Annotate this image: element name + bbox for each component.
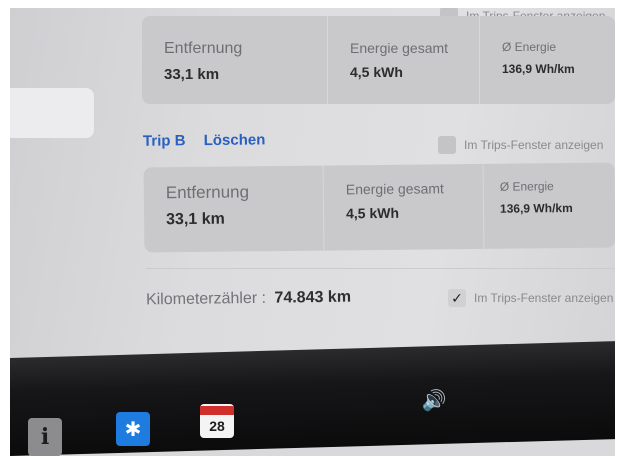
stat-value: 136,9 Wh/km <box>499 200 573 216</box>
volume-icon[interactable]: 🔊 <box>418 388 450 412</box>
odometer-show-in-trips-option[interactable]: ✓ Im Trips-Fenster anzeigen <box>448 289 613 307</box>
stat-label: Ø Energie <box>502 40 557 54</box>
info-glyph: i <box>40 424 50 450</box>
stat-value: 33,1 km <box>164 66 220 83</box>
calendar-icon[interactable]: 28 <box>200 404 234 438</box>
trip-b-stats: Entfernung 33,1 km Energie gesamt 4,5 kW… <box>143 162 615 253</box>
odometer-show-checkbox[interactable]: ✓ <box>448 289 466 307</box>
trip-b-show-label: Im Trips-Fenster anzeigen <box>464 138 604 152</box>
trip-b-distance: Entfernung 33,1 km <box>143 165 325 253</box>
trip-b-header: Trip B Löschen <box>143 131 280 149</box>
trip-b-show-checkbox[interactable] <box>438 136 456 154</box>
stat-value: 136,9 Wh/km <box>502 62 575 76</box>
trip-a-energy-total: Energie gesamt 4,5 kWh <box>328 16 480 104</box>
info-icon[interactable]: i <box>28 418 62 456</box>
stat-label: Energie gesamt <box>350 40 449 56</box>
calendar-day: 28 <box>209 417 225 434</box>
trip-a-distance: Entfernung 33,1 km <box>142 16 328 104</box>
section-divider <box>146 268 615 269</box>
trip-b-delete-link[interactable]: Löschen <box>204 131 266 149</box>
calendar-header-strip <box>200 405 234 415</box>
stat-label: Entfernung <box>165 182 250 203</box>
odometer-row: Kilometerzähler : 74.843 km <box>146 289 351 310</box>
odometer-label: Kilometerzähler : <box>145 289 267 309</box>
trip-b-energy-avg: Ø Energie 136,9 Wh/km <box>484 163 615 249</box>
stat-value: 4,5 kWh <box>345 204 400 222</box>
odometer-value: 74.843 km <box>274 288 352 307</box>
odometer-show-label: Im Trips-Fenster anzeigen <box>474 291 614 305</box>
trip-b-energy-total: Energie gesamt 4,5 kWh <box>323 163 485 251</box>
stat-value: 33,1 km <box>166 210 225 229</box>
stat-label: Entfernung <box>164 40 243 57</box>
bluetooth-icon[interactable]: ✱ <box>116 412 150 446</box>
bluetooth-glyph: ✱ <box>124 418 142 441</box>
stat-label: Energie gesamt <box>345 180 444 198</box>
stat-value: 4,5 kWh <box>350 64 403 80</box>
trip-b-title: Trip B <box>142 132 186 150</box>
volume-glyph: 🔊 <box>421 389 447 412</box>
trip-settings-screen: Im Trips-Fenster anzeigen Entfernung 33,… <box>10 8 615 373</box>
left-panel-card[interactable] <box>10 88 94 138</box>
screen-photo: Im Trips-Fenster anzeigen Entfernung 33,… <box>10 8 615 456</box>
trip-b-show-in-trips-option[interactable]: Im Trips-Fenster anzeigen <box>438 136 603 154</box>
bottom-taskbar <box>10 341 615 456</box>
trip-a-stats: Entfernung 33,1 km Energie gesamt 4,5 kW… <box>142 16 615 104</box>
stat-label: Ø Energie <box>499 179 554 194</box>
trip-a-energy-avg: Ø Energie 136,9 Wh/km <box>480 16 615 104</box>
